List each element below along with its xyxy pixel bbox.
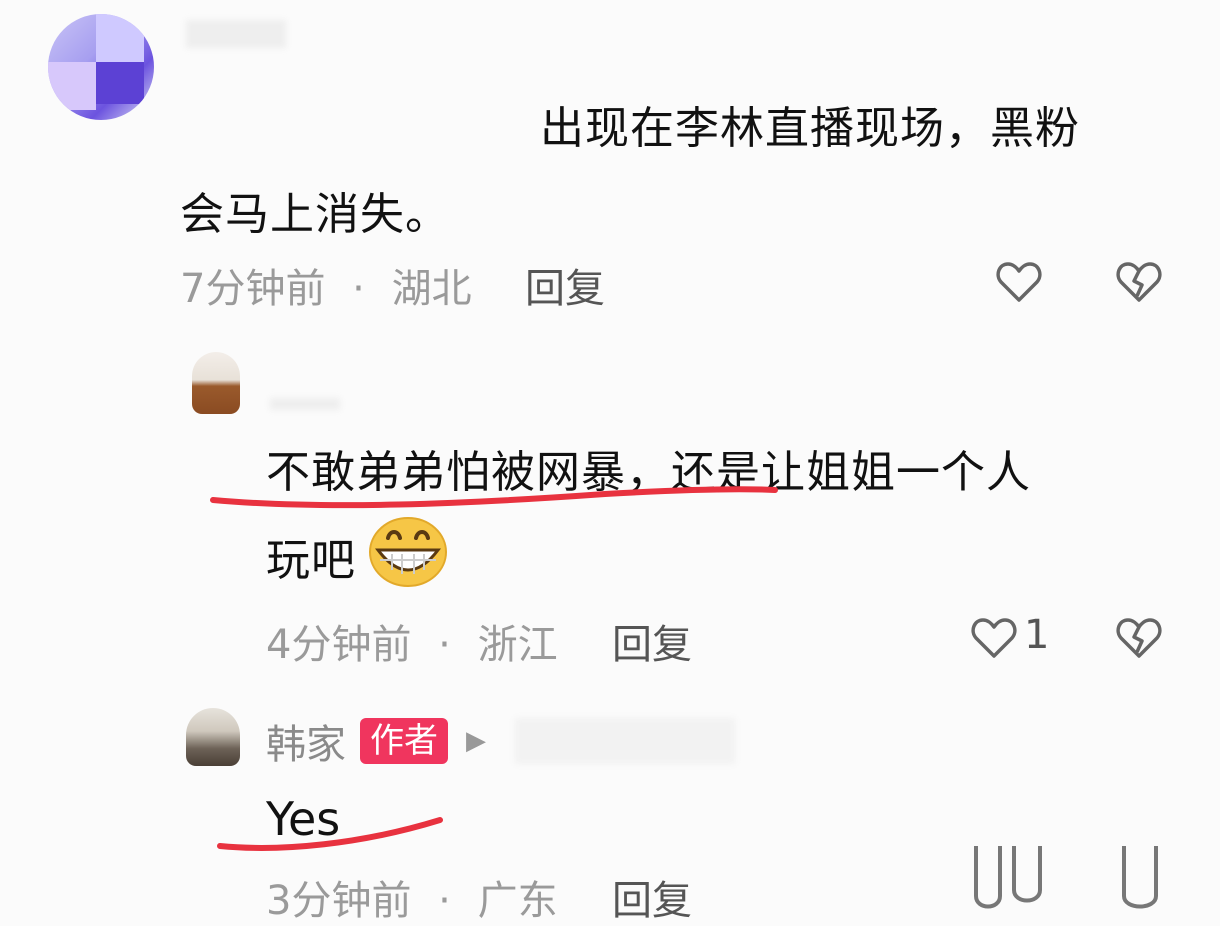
comment-meta: 7分钟前 · 湖北 [180,256,472,314]
reply-button[interactable]: 回复 [612,868,692,926]
comment-time: 7分钟前 [180,266,326,312]
red-underline [217,817,443,851]
comment-text: 出现在李林直播现场，黑粉 [540,103,1080,154]
comment-text: 会马上消失。 [180,189,450,240]
red-underline [210,486,778,509]
comment-time: 4分钟前 [266,622,412,668]
comment-location: 湖北 [391,266,472,312]
reply-button[interactable]: 回复 [525,256,605,314]
avatar[interactable] [192,352,240,414]
avatar[interactable] [186,708,240,766]
meta-separator: · [438,622,451,668]
meta-separator: · [352,266,365,312]
comment-text: 玩吧 [266,535,356,586]
like-count: 1 [1024,612,1050,658]
like-icon[interactable] [970,846,1050,917]
comment-meta: 4分钟前 · 浙江 [266,612,558,670]
author-row: 韩家 作者 ▶ [266,712,486,770]
comment-time: 3分钟前 [266,878,412,924]
username[interactable]: 韩家 [266,712,346,770]
username-blurred[interactable] [270,398,340,410]
like-icon[interactable] [970,614,1018,662]
comment-location: 广东 [477,878,558,924]
dislike-icon[interactable] [1118,846,1162,917]
dislike-icon[interactable] [1115,614,1163,662]
grinning-emoji-icon [369,517,447,587]
dislike-icon[interactable] [1115,258,1163,306]
comment-location: 浙江 [477,622,558,668]
meta-separator: · [438,878,451,924]
comment-meta: 3分钟前 · 广东 [266,868,558,926]
like-icon[interactable] [995,258,1043,306]
play-arrow-icon: ▶ [466,726,486,756]
reply-button[interactable]: 回复 [612,612,692,670]
avatar[interactable] [48,14,154,120]
author-badge: 作者 [360,718,448,764]
username-blurred[interactable] [186,20,286,48]
source-blurred[interactable] [515,718,735,764]
